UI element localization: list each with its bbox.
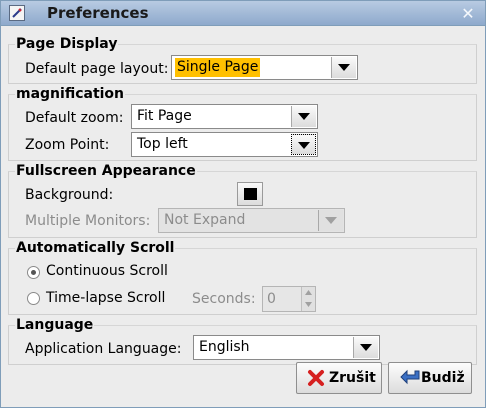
cancel-x-icon: [308, 370, 324, 386]
multiple-monitors-value: Not Expand: [164, 212, 246, 228]
spinner-down-button[interactable]: [301, 299, 315, 311]
zoom-point-value: Top left: [137, 136, 188, 152]
radio-selected-dot: [31, 270, 36, 275]
continuous-scroll-radio[interactable]: [27, 266, 40, 279]
default-zoom-dropdown-button[interactable]: [291, 106, 316, 127]
page-layout-value: Single Page: [175, 58, 261, 77]
preferences-window: Preferences ✕ Page Display Default page …: [0, 0, 486, 408]
default-zoom-select[interactable]: Fit Page: [131, 104, 318, 129]
auto-scroll-title: Automatically Scroll: [15, 239, 176, 257]
save-button-label: Budiž: [421, 370, 465, 386]
cancel-button-label: Zrušit: [329, 370, 376, 386]
default-zoom-value: Fit Page: [137, 108, 192, 124]
multiple-monitors-select[interactable]: Not Expand: [158, 208, 345, 233]
time-lapse-scroll-radio[interactable]: [27, 292, 40, 305]
chevron-down-icon: [298, 113, 310, 120]
multiple-monitors-label: Multiple Monitors:: [25, 213, 151, 229]
chevron-down-icon: [305, 302, 312, 307]
spinner-up-button[interactable]: [301, 287, 315, 299]
return-arrow-icon: [400, 369, 420, 385]
seconds-value: 0: [267, 291, 276, 307]
multiple-monitors-dropdown-button[interactable]: [318, 210, 343, 231]
chevron-down-icon: [338, 64, 350, 71]
page-display-title: Page Display: [15, 35, 119, 53]
chevron-down-icon: [325, 217, 337, 224]
seconds-spinner[interactable]: 0: [262, 286, 316, 312]
application-language-select[interactable]: English: [193, 335, 380, 360]
application-language-dropdown-button[interactable]: [353, 337, 378, 358]
default-zoom-label: Default zoom:: [25, 110, 124, 126]
chevron-down-icon: [360, 344, 372, 351]
zoom-point-label: Zoom Point:: [25, 137, 110, 153]
zoom-point-select[interactable]: Top left: [131, 132, 318, 157]
chevron-up-icon: [305, 290, 312, 295]
language-title: Language: [15, 316, 95, 334]
background-color-button[interactable]: [237, 182, 263, 206]
fullscreen-title: Fullscreen Appearance: [15, 162, 197, 180]
chevron-down-icon: [298, 142, 310, 149]
zoom-point-dropdown-button[interactable]: [291, 134, 316, 155]
default-page-layout-label: Default page layout:: [25, 61, 169, 77]
application-language-label: Application Language:: [25, 341, 182, 357]
page-layout-select[interactable]: Single Page: [171, 55, 358, 80]
seconds-label: Seconds:: [192, 291, 256, 307]
background-color-swatch: [244, 188, 257, 200]
continuous-scroll-label[interactable]: Continuous Scroll: [46, 261, 168, 281]
window-title: Preferences: [47, 4, 149, 22]
title-bar[interactable]: Preferences ✕: [1, 1, 485, 26]
cancel-button[interactable]: Zrušit: [296, 362, 382, 394]
application-language-value: English: [199, 339, 250, 355]
page-layout-dropdown-button[interactable]: [331, 57, 356, 78]
save-button[interactable]: Budiž: [388, 362, 472, 394]
edit-document-icon: [9, 5, 25, 21]
time-lapse-scroll-label[interactable]: Time-lapse Scroll: [46, 288, 165, 308]
close-icon[interactable]: ✕: [459, 5, 477, 22]
magnification-title: magnification: [15, 85, 126, 103]
background-label: Background:: [25, 187, 114, 203]
